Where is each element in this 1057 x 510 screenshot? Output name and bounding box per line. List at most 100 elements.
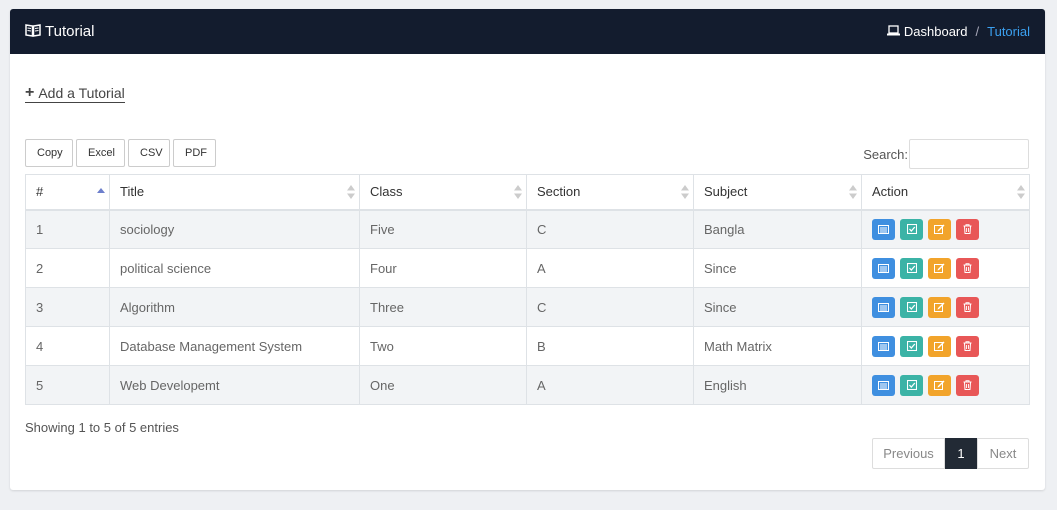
cell-number: 1	[25, 209, 110, 249]
table-info: Showing 1 to 5 of 5 entries	[25, 420, 179, 435]
delete-button[interactable]	[956, 296, 979, 318]
check-square-icon	[906, 380, 917, 390]
edit-icon	[934, 302, 945, 312]
pagination: Previous 1 Next	[872, 438, 1029, 469]
breadcrumb-dashboard-label: Dashboard	[903, 24, 968, 39]
sort-both-icon	[681, 185, 689, 199]
check-square-icon	[906, 302, 917, 312]
column-header-action[interactable]: Action	[861, 174, 1030, 211]
view-button[interactable]	[872, 374, 895, 396]
view-button[interactable]	[872, 335, 895, 357]
delete-button[interactable]	[956, 374, 979, 396]
cell-actions	[861, 209, 1030, 249]
cell-section: C	[526, 209, 694, 249]
trash-icon	[963, 380, 972, 390]
sort-asc-icon	[97, 188, 105, 193]
edit-icon	[934, 224, 945, 235]
list-icon	[878, 263, 889, 273]
table-row: 4 Database Management System Two B Math Matr…	[25, 326, 1030, 366]
list-icon	[878, 302, 889, 312]
column-header-subject[interactable]: Subject	[693, 174, 862, 211]
cell-title: Database Management System	[109, 326, 360, 366]
next-page-button[interactable]: Next	[977, 438, 1029, 469]
tutorial-table: # Title Class Section Subject Action 1 so…	[25, 174, 1030, 405]
cell-actions	[861, 287, 1030, 327]
previous-page-button[interactable]: Previous	[872, 438, 945, 469]
cell-subject: Math Matrix	[693, 326, 862, 366]
cell-class: One	[359, 365, 527, 405]
edit-icon	[934, 263, 945, 273]
table-row: 2 political science Four A Since	[25, 248, 1030, 288]
cell-class: Three	[359, 287, 527, 327]
approve-button[interactable]	[900, 296, 923, 318]
edit-icon	[934, 380, 945, 390]
edit-button[interactable]	[928, 374, 951, 396]
cell-actions	[861, 248, 1030, 288]
copy-button[interactable]: Copy	[25, 139, 73, 167]
cell-subject: Since	[693, 248, 862, 288]
approve-button[interactable]	[900, 218, 923, 240]
trash-icon	[963, 302, 972, 312]
delete-button[interactable]	[956, 257, 979, 279]
cell-title: political science	[109, 248, 360, 288]
export-buttons: Copy Excel CSV PDF	[25, 139, 219, 167]
sort-both-icon	[1017, 185, 1025, 199]
edit-button[interactable]	[928, 257, 951, 279]
csv-button[interactable]: CSV	[128, 139, 170, 167]
table-row: 5 Web Developemt One A English	[25, 365, 1030, 405]
edit-button[interactable]	[928, 296, 951, 318]
cell-section: A	[526, 248, 694, 288]
check-square-icon	[906, 224, 917, 235]
trash-icon	[963, 224, 972, 235]
cell-class: Four	[359, 248, 527, 288]
breadcrumb-separator: /	[975, 24, 980, 39]
view-button[interactable]	[872, 257, 895, 279]
cell-section: B	[526, 326, 694, 366]
delete-button[interactable]	[956, 335, 979, 357]
cell-number: 5	[25, 365, 110, 405]
list-icon	[878, 224, 889, 234]
page-1-button[interactable]: 1	[945, 438, 977, 469]
approve-button[interactable]	[900, 335, 923, 357]
table-row: 3 Algorithm Three C Since	[25, 287, 1030, 327]
table-header-row: # Title Class Section Subject Action	[25, 174, 1030, 211]
book-open-icon	[25, 23, 45, 41]
edit-button[interactable]	[928, 335, 951, 357]
column-header-number[interactable]: #	[25, 174, 110, 211]
approve-button[interactable]	[900, 257, 923, 279]
cell-subject: Bangla	[693, 209, 862, 249]
breadcrumb: Dashboard / Tutorial	[886, 24, 1030, 39]
cell-title: Algorithm	[109, 287, 360, 327]
edit-icon	[934, 341, 945, 351]
cell-number: 4	[25, 326, 110, 366]
add-tutorial-label: Add a Tutorial	[38, 85, 125, 101]
cell-actions	[861, 326, 1030, 366]
column-header-title[interactable]: Title	[109, 174, 360, 211]
plus-icon: +	[25, 84, 35, 101]
excel-button[interactable]: Excel	[76, 139, 125, 167]
cell-subject: Since	[693, 287, 862, 327]
sort-both-icon	[514, 185, 522, 199]
approve-button[interactable]	[900, 374, 923, 396]
edit-button[interactable]	[928, 218, 951, 240]
view-button[interactable]	[872, 218, 895, 240]
cell-class: Two	[359, 326, 527, 366]
cell-number: 2	[25, 248, 110, 288]
table-row: 1 sociology Five C Bangla	[25, 209, 1030, 249]
column-header-section[interactable]: Section	[526, 174, 694, 211]
cell-subject: English	[693, 365, 862, 405]
cell-section: A	[526, 365, 694, 405]
pdf-button[interactable]: PDF	[173, 139, 216, 167]
list-icon	[878, 380, 889, 390]
sort-both-icon	[849, 185, 857, 199]
trash-icon	[963, 341, 972, 351]
list-icon	[878, 341, 889, 351]
column-header-class[interactable]: Class	[359, 174, 527, 211]
view-button[interactable]	[872, 296, 895, 318]
cell-title: sociology	[109, 209, 360, 249]
search-label: Search:	[863, 146, 908, 162]
breadcrumb-dashboard-link[interactable]: Dashboard	[886, 24, 968, 39]
search-input[interactable]	[909, 139, 1029, 169]
delete-button[interactable]	[956, 218, 979, 240]
add-tutorial-link[interactable]: + Add a Tutorial	[25, 85, 125, 103]
